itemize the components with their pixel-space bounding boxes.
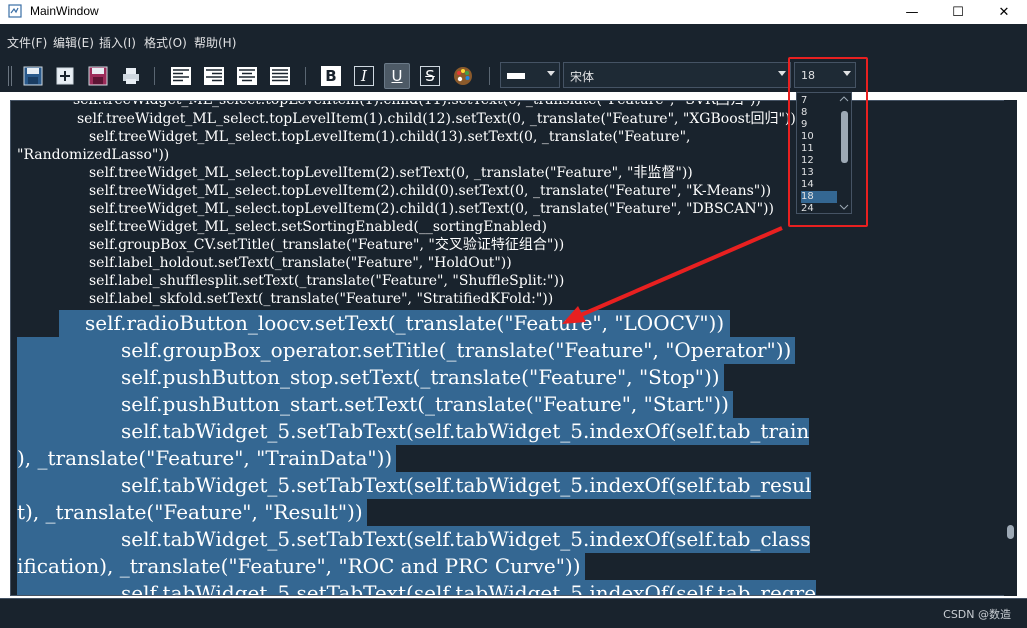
selected-code-line: self.tabWidget_5.setTabText(self.tabWidg… (17, 472, 812, 499)
palette-icon[interactable] (450, 63, 476, 89)
underline-button[interactable]: U (384, 63, 410, 89)
align-justify-icon[interactable] (267, 63, 293, 89)
text-color-swatch (507, 73, 525, 79)
bold-button[interactable]: B (318, 63, 344, 89)
strikethrough-button[interactable]: S (417, 63, 443, 89)
selected-code-line: self.pushButton_start.setText(_translate… (17, 391, 733, 418)
font-family-combo[interactable]: 宋体 (563, 62, 791, 88)
code-line: self.treeWidget_ML_select.topLevelItem(1… (89, 129, 691, 145)
code-line: self.treeWidget_ML_select.topLevelItem(2… (89, 165, 693, 181)
code-line: "RandomizedLasso")) (17, 147, 170, 163)
code-line: self.label_shufflesplit.setText(_transla… (89, 273, 565, 289)
code-line: self.treeWidget_ML_select.topLevelItem(2… (89, 183, 772, 199)
strikethrough-icon: S (420, 66, 440, 86)
selected-code-line: self.tabWidget_5.setTabText(self.tabWidg… (17, 418, 810, 445)
status-bar: CSDN @数造 (0, 598, 1027, 628)
menu-help[interactable]: 帮助(H) (194, 34, 236, 51)
code-line: self.treeWidget_ML_select.topLevelItem(1… (77, 111, 796, 127)
scrollbar-thumb[interactable] (1007, 525, 1014, 539)
code-line: self.label_skfold.setText(_translate("Fe… (89, 291, 554, 307)
chevron-down-icon[interactable] (778, 71, 786, 76)
selected-code-line: ification), _translate("Feature", "ROC a… (17, 553, 585, 580)
toolbar-grip[interactable] (8, 66, 12, 86)
selected-code-line: self.groupBox_operator.setTitle(_transla… (17, 337, 796, 364)
print-icon[interactable] (118, 63, 144, 89)
minimize-button[interactable]: — (889, 0, 935, 24)
annotation-highlight-box (788, 57, 868, 227)
selected-code-line: self.tabWidget_5.setTabText(self.tabWidg… (17, 580, 817, 595)
toolbar-separator (305, 67, 306, 85)
bold-icon: B (321, 66, 341, 86)
new-file-icon[interactable] (52, 63, 78, 89)
text-color-combo[interactable] (500, 62, 560, 88)
watermark-text: CSDN @数造 (943, 608, 1011, 621)
code-line: self.treeWidget_ML_select.topLevelItem(2… (89, 201, 774, 217)
italic-icon: I (354, 66, 374, 86)
code-line: self.treeWidget_ML_select.topLevelItem(1… (73, 100, 761, 108)
title-bar: MainWindow — ☐ ✕ (0, 0, 1027, 24)
underline-icon: U (391, 67, 403, 85)
toolbar-separator (154, 67, 155, 85)
chevron-down-icon[interactable] (547, 71, 555, 76)
selected-code-line: ), _translate("Feature", "TrainData")) (17, 445, 397, 472)
toolbar-separator (489, 67, 490, 85)
align-center-icon[interactable] (234, 63, 260, 89)
selected-code-line: self.radioButton_loocv.setText(_translat… (59, 310, 731, 337)
font-family-value: 宋体 (570, 70, 595, 84)
code-line: self.groupBox_CV.setTitle(_translate("Fe… (89, 237, 565, 253)
menu-format[interactable]: 格式(O) (144, 34, 187, 51)
code-line: self.treeWidget_ML_select.setSortingEnab… (89, 219, 547, 235)
italic-button[interactable]: I (351, 63, 377, 89)
close-button[interactable]: ✕ (981, 0, 1027, 24)
menu-file[interactable]: 文件(F) (7, 34, 47, 51)
align-left-icon[interactable] (168, 63, 194, 89)
menu-edit[interactable]: 编辑(E) (53, 34, 94, 51)
align-right-icon[interactable] (201, 63, 227, 89)
save-as-icon[interactable] (85, 63, 111, 89)
selected-code-line: self.pushButton_stop.setText(_translate(… (17, 364, 724, 391)
app-icon (8, 4, 22, 18)
selected-code-line: self.tabWidget_5.setTabText(self.tabWidg… (17, 526, 811, 553)
menu-bar: 文件(F) 编辑(E) 插入(I) 格式(O) 帮助(H) (0, 24, 1027, 60)
window-title: MainWindow (30, 4, 99, 18)
editor-scrollbar[interactable] (1004, 100, 1017, 596)
menu-insert[interactable]: 插入(I) (99, 34, 136, 51)
save-icon[interactable] (20, 63, 46, 89)
selected-code-line: t), _translate("Feature", "Result")) (17, 499, 367, 526)
code-line: self.label_holdout.setText(_translate("F… (89, 255, 512, 271)
maximize-button[interactable]: ☐ (935, 0, 981, 24)
